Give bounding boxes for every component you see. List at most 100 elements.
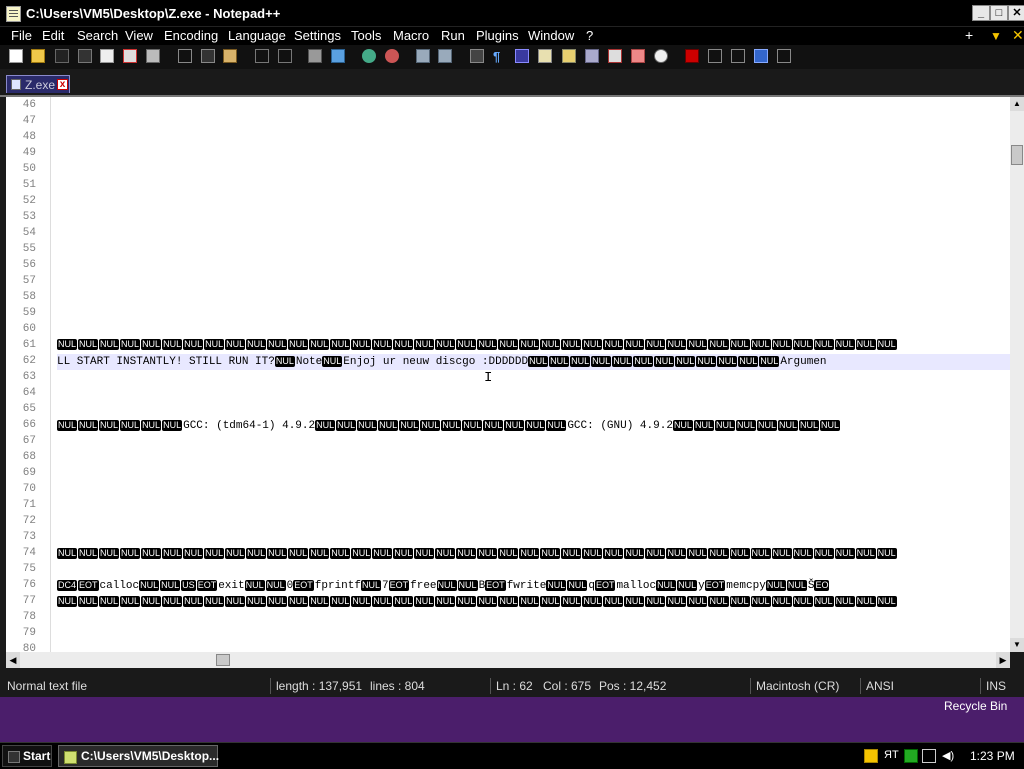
stop-macro-icon[interactable] — [708, 49, 722, 63]
nul-token: NUL — [519, 595, 540, 607]
close-file-icon[interactable] — [100, 49, 114, 63]
notepad-icon[interactable] — [6, 6, 21, 22]
close-doc-icon[interactable]: ✕ — [1012, 27, 1024, 44]
horizontal-scroll-thumb[interactable] — [216, 654, 230, 666]
doc-map-icon[interactable] — [562, 49, 576, 63]
editor-area[interactable]: 46 47 48 49 50 51 52 53 54 55 56 57 58 59 60 61 62 63 64 65… — [6, 97, 1010, 652]
save-icon[interactable] — [55, 49, 69, 63]
line76-token: 7 — [382, 580, 389, 592]
undo-icon[interactable] — [255, 49, 269, 63]
save-all-icon[interactable] — [78, 49, 92, 63]
nul-token: NUL — [141, 419, 162, 431]
user-language-icon[interactable] — [538, 49, 552, 63]
network-icon[interactable] — [922, 749, 936, 763]
line66-text-a: GCC: (tdm64-1) 4.9.2 — [183, 420, 316, 432]
horizontal-scrollbar[interactable]: ◀ ▶ — [6, 652, 1010, 668]
line62-text-c: Enjoj ur neuw discgo :DDDDDD — [343, 356, 529, 368]
nul-token: NUL — [330, 547, 351, 559]
language-icon[interactable]: ЯT — [884, 749, 899, 763]
word-wrap-icon[interactable] — [470, 49, 484, 63]
scroll-down-icon[interactable]: ▼ — [1010, 638, 1024, 652]
start-button[interactable]: Start — [2, 745, 52, 767]
scroll-right-icon[interactable]: ▶ — [996, 652, 1010, 668]
menu-help[interactable]: ? — [586, 28, 593, 43]
volume-icon[interactable]: ◀) — [942, 749, 956, 763]
zoom-in-icon[interactable] — [362, 49, 376, 63]
folder-as-workspace-icon[interactable] — [608, 49, 622, 63]
replace-icon[interactable] — [331, 49, 345, 63]
battery-icon[interactable] — [904, 749, 918, 763]
cut-icon[interactable] — [178, 49, 192, 63]
nul-token: NUL — [561, 595, 582, 607]
close-button[interactable]: ✕ — [1008, 5, 1024, 21]
file-icon — [11, 79, 21, 90]
nul-token: NUL — [315, 419, 336, 431]
nul-token: NUL — [561, 338, 582, 350]
nul-token: NUL — [708, 338, 729, 350]
run-macro-multiple-icon[interactable] — [754, 49, 768, 63]
preview-icon[interactable] — [654, 49, 668, 63]
function-list-icon[interactable] — [585, 49, 599, 63]
nul-token: NUL — [372, 338, 393, 350]
menu-run[interactable]: Run — [441, 28, 465, 43]
find-icon[interactable] — [308, 49, 322, 63]
open-folder-icon[interactable] — [31, 49, 45, 63]
record-macro-icon[interactable] — [685, 49, 699, 63]
scroll-left-icon[interactable]: ◀ — [6, 652, 20, 668]
security-shield-icon[interactable] — [864, 749, 878, 763]
scroll-up-icon[interactable]: ▲ — [1010, 97, 1024, 111]
sync-horizontal-icon[interactable] — [438, 49, 452, 63]
playback-macro-icon[interactable] — [731, 49, 745, 63]
new-file-icon[interactable] — [9, 49, 23, 63]
paste-icon[interactable] — [223, 49, 237, 63]
copy-icon[interactable] — [201, 49, 215, 63]
new-tab-icon[interactable]: + — [965, 27, 973, 43]
menu-plugins[interactable]: Plugins — [476, 28, 519, 43]
menu-search[interactable]: Search — [77, 28, 118, 43]
close-all-icon[interactable] — [123, 49, 137, 63]
menu-edit[interactable]: Edit — [42, 28, 64, 43]
nul-token: NUL — [246, 595, 267, 607]
fold-margin — [50, 97, 57, 652]
menu-view[interactable]: View — [125, 28, 153, 43]
notepadpp-window: C:\Users\VM5\Desktop\Z.exe - Notepad++ _… — [0, 0, 1024, 697]
line76-token: NUL — [546, 579, 567, 591]
menu-encoding[interactable]: Encoding — [164, 28, 218, 43]
title-bar[interactable]: C:\Users\VM5\Desktop\Z.exe - Notepad++ _… — [0, 0, 1024, 27]
nul-token: NUL — [183, 338, 204, 350]
nul-token: NUL — [687, 595, 708, 607]
menu-settings[interactable]: Settings — [294, 28, 341, 43]
nul-token: NUL — [675, 355, 696, 367]
line76-token: free — [410, 580, 437, 592]
maximize-button[interactable]: □ — [990, 5, 1008, 21]
redo-icon[interactable] — [278, 49, 292, 63]
recycle-bin-label[interactable]: Recycle Bin — [944, 699, 1007, 713]
nul-token: NUL — [729, 338, 750, 350]
minimize-button[interactable]: _ — [972, 5, 990, 21]
menu-file[interactable]: File — [11, 28, 32, 43]
nul-token: NUL — [813, 547, 834, 559]
show-all-chars-icon[interactable]: ¶ — [493, 49, 507, 64]
tab-z-exe[interactable]: Z.exe x — [6, 75, 70, 93]
dropdown-icon[interactable]: ▼ — [990, 29, 1002, 43]
menu-tools[interactable]: Tools — [351, 28, 381, 43]
print-icon[interactable] — [146, 49, 160, 63]
monitoring-icon[interactable] — [631, 49, 645, 63]
nul-token: NUL — [666, 338, 687, 350]
vertical-scrollbar[interactable]: ▲ ▼ — [1010, 97, 1024, 652]
line-number: 58 — [22, 291, 36, 303]
nul-token: NUL — [330, 338, 351, 350]
sync-vertical-icon[interactable] — [416, 49, 430, 63]
zoom-out-icon[interactable] — [385, 49, 399, 63]
menu-macro[interactable]: Macro — [393, 28, 429, 43]
save-macro-icon[interactable] — [777, 49, 791, 63]
menu-window[interactable]: Window — [528, 28, 574, 43]
nul-token: NUL — [778, 419, 799, 431]
code-line-62: LL START INSTANTLY! STILL RUN IT?NUL Note… — [57, 354, 827, 370]
status-length: length : 137,951 — [276, 679, 363, 693]
indent-guide-icon[interactable] — [515, 49, 529, 63]
taskbar-notepad-button[interactable]: C:\Users\VM5\Desktop... — [58, 745, 219, 767]
menu-language[interactable]: Language — [228, 28, 286, 43]
tab-close-icon[interactable]: x — [57, 79, 68, 90]
vertical-scroll-thumb[interactable] — [1011, 145, 1023, 165]
